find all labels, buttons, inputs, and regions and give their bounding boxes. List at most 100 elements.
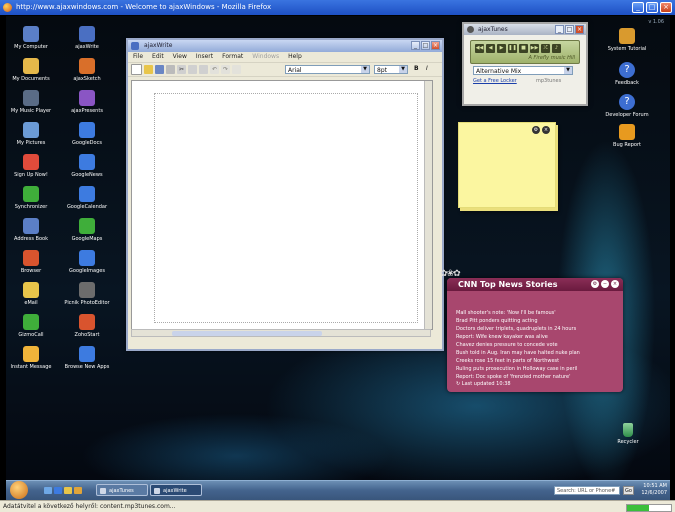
close-icon[interactable]: × (431, 41, 440, 50)
font-size-select[interactable]: 8pt ▼ (374, 65, 408, 74)
desktop-icon[interactable]: ? Feedback (598, 62, 656, 86)
quicklaunch-browser-icon[interactable] (54, 487, 62, 494)
desktop-icon[interactable]: My Computer (6, 26, 60, 50)
news-item[interactable]: Chavez denies pressure to concede vote (456, 341, 620, 349)
news-item[interactable]: Bush told in Aug. Iran may have halted n… (456, 349, 620, 357)
recycler[interactable]: Recycler (613, 423, 643, 445)
settings-icon[interactable]: ⚙ (591, 280, 599, 288)
news-item[interactable]: Mall shooter's note: 'Now I'll be famous… (456, 309, 620, 317)
minimize-icon[interactable]: _ (411, 41, 420, 50)
chevron-down-icon[interactable]: ▼ (361, 66, 369, 73)
desktop-icon[interactable]: Address Book (6, 218, 60, 242)
bold-button[interactable]: B (414, 65, 419, 72)
sticky-note[interactable]: ⚙ × (458, 122, 556, 208)
find-icon[interactable] (232, 65, 241, 74)
font-select[interactable]: Arial ▼ (285, 65, 370, 74)
ajaxwrite-window[interactable]: ajaxWrite _ □ × File Edit View Insert Format… (126, 38, 444, 351)
menu-view[interactable]: View (173, 52, 187, 62)
desktop-icon[interactable]: System Tutorial (598, 28, 656, 52)
chevron-down-icon[interactable]: ▼ (399, 66, 407, 73)
taskbar-task[interactable]: ajaxWrite (150, 484, 202, 496)
playlist-select[interactable]: Alternative Mix ▼ (473, 66, 573, 75)
play-icon[interactable]: ▶ (497, 44, 506, 53)
go-button[interactable]: Go (623, 486, 634, 495)
close-icon[interactable]: × (611, 280, 619, 288)
desktop-icon[interactable]: GoogleMaps (58, 218, 116, 242)
desktop-icon[interactable]: Browse New Apps (58, 346, 116, 370)
desktop-icon[interactable]: GoogleCalendar (58, 186, 116, 210)
desktop-icon[interactable]: ajaxSketch (58, 58, 116, 82)
desktop-icon[interactable]: GoogleDocs (58, 122, 116, 146)
volume-icon[interactable]: ♪ (552, 44, 561, 53)
print-icon[interactable] (166, 65, 175, 74)
ajaxwrite-titlebar[interactable]: ajaxWrite _ □ × (128, 40, 442, 52)
minimize-icon[interactable]: − (601, 280, 609, 288)
menu-windows[interactable]: Windows (252, 52, 279, 62)
new-file-icon[interactable] (131, 64, 142, 75)
desktop-icon[interactable]: Sign Up Now! (6, 154, 60, 178)
desktop-icon[interactable]: ZohoStart (58, 314, 116, 338)
url-phone-search[interactable]: Search: URL or Phone# (554, 486, 620, 495)
undo-icon[interactable]: ↶ (210, 65, 219, 74)
rewind-icon[interactable]: ◀ (486, 44, 495, 53)
pause-icon[interactable]: ❚❚ (508, 44, 517, 53)
document-editor[interactable] (131, 80, 433, 330)
news-item[interactable]: Creeks rose 15 feet in parts of Northwes… (456, 357, 620, 365)
refresh-icon[interactable]: ↻ (456, 381, 460, 387)
save-icon[interactable] (155, 65, 164, 74)
minimize-icon[interactable]: _ (555, 25, 564, 34)
desktop-icon[interactable]: ajaxPresents (58, 90, 116, 114)
menu-insert[interactable]: Insert (196, 52, 213, 62)
chevron-down-icon[interactable]: ▼ (564, 67, 572, 74)
news-item[interactable]: Brad Pitt ponders quitting acting (456, 317, 620, 325)
quicklaunch-star-icon[interactable] (74, 487, 82, 494)
close-icon[interactable]: × (542, 126, 550, 134)
desktop-icon[interactable]: My Music Player (6, 90, 60, 114)
copy-icon[interactable] (188, 65, 197, 74)
news-item[interactable]: Report: Wife knew kayaker was alive (456, 333, 620, 341)
desktop-icon[interactable]: GizmoCall (6, 314, 60, 338)
ajaxtunes-window[interactable]: ajaxTunes _ □ × ◀◀ ◀ ▶ ❚❚ ■ ▶▶ ⤮ ♪ A Fir… (462, 22, 588, 106)
desktop-icon[interactable]: Instant Message (6, 346, 60, 370)
desktop-icon[interactable]: ? Developer Forum (598, 94, 656, 118)
settings-icon[interactable]: ⚙ (532, 126, 540, 134)
close-icon[interactable]: × (575, 25, 584, 34)
scrollbar-thumb[interactable] (172, 331, 322, 336)
open-folder-icon[interactable] (144, 65, 153, 74)
maximize-icon[interactable]: □ (421, 41, 430, 50)
maximize-icon[interactable]: □ (565, 25, 574, 34)
menu-file[interactable]: File (133, 52, 143, 62)
desktop-icon[interactable]: My Documents (6, 58, 60, 82)
maximize-icon[interactable]: □ (646, 2, 658, 13)
quicklaunch-folder-icon[interactable] (64, 487, 72, 494)
desktop-icon[interactable]: Synchronizer (6, 186, 60, 210)
free-locker-link[interactable]: Get a Free Locker (473, 78, 517, 84)
cut-icon[interactable]: ✂ (177, 65, 186, 74)
news-item[interactable]: Ruling puts prosecution in Holloway case… (456, 365, 620, 373)
desktop-icon[interactable]: ajaxWrite (58, 26, 116, 50)
vertical-scrollbar[interactable] (424, 81, 432, 329)
italic-button[interactable]: I (426, 65, 428, 72)
minimize-icon[interactable]: _ (632, 2, 644, 13)
desktop-icon[interactable]: Browser (6, 250, 60, 274)
news-item[interactable]: Doctors deliver triplets, quadruplets in… (456, 325, 620, 333)
start-button[interactable] (10, 481, 28, 499)
desktop-icon[interactable]: eMail (6, 282, 60, 306)
quicklaunch-computer-icon[interactable] (44, 487, 52, 494)
close-icon[interactable]: × (660, 2, 672, 13)
shuffle-icon[interactable]: ⤮ (541, 44, 550, 53)
ajaxtunes-titlebar[interactable]: ajaxTunes _ □ × (464, 24, 586, 35)
menu-edit[interactable]: Edit (152, 52, 164, 62)
desktop-icon[interactable]: My Pictures (6, 122, 60, 146)
previous-icon[interactable]: ◀◀ (475, 44, 484, 53)
menu-help[interactable]: Help (288, 52, 302, 62)
desktop-icon[interactable]: GoogleImages (58, 250, 116, 274)
stop-icon[interactable]: ■ (519, 44, 528, 53)
menu-format[interactable]: Format (222, 52, 243, 62)
paste-icon[interactable] (199, 65, 208, 74)
horizontal-scrollbar[interactable] (131, 329, 431, 337)
taskbar-task[interactable]: ajaxTunes (96, 484, 148, 496)
desktop-icon[interactable]: Picnik PhotoEditor (58, 282, 116, 306)
desktop-icon[interactable]: GoogleNews (58, 154, 116, 178)
forward-icon[interactable]: ▶▶ (530, 44, 539, 53)
